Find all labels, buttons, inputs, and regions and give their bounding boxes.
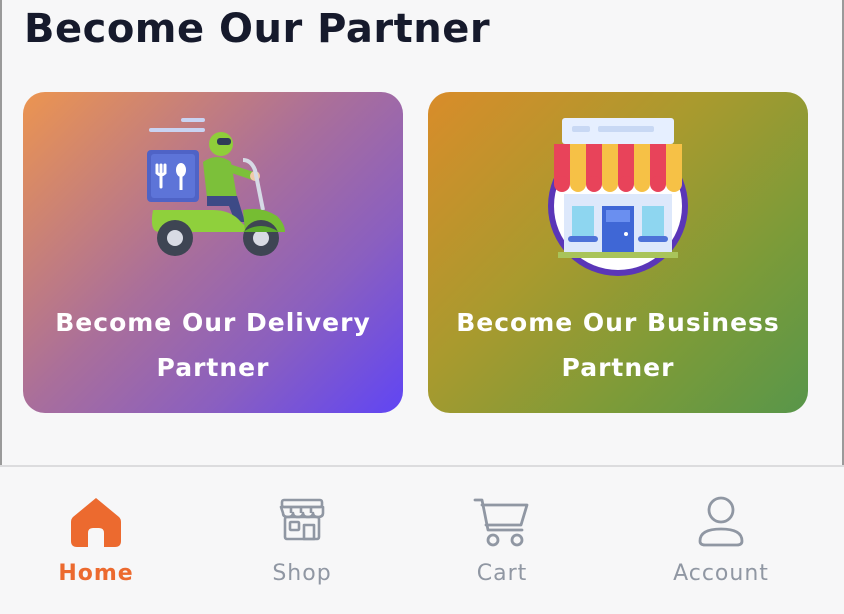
nav-label-shop: Shop <box>272 561 332 586</box>
account-icon <box>694 495 748 553</box>
storefront-icon <box>428 110 808 280</box>
bottom-navigation: Home Shop Cart Account <box>0 465 844 614</box>
nav-label-cart: Cart <box>476 561 528 586</box>
nav-item-home[interactable]: Home <box>16 467 176 614</box>
shop-icon <box>277 495 327 549</box>
nav-item-cart[interactable]: Cart <box>422 467 582 614</box>
nav-item-account[interactable]: Account <box>641 467 801 614</box>
delivery-partner-card[interactable]: Become Our Delivery Partner <box>23 92 403 413</box>
nav-item-shop[interactable]: Shop <box>222 467 382 614</box>
home-icon <box>69 495 123 553</box>
business-partner-label: Become Our Business Partner <box>456 308 780 382</box>
nav-label-account: Account <box>673 561 769 586</box>
delivery-scooter-icon <box>23 110 403 280</box>
nav-label-home: Home <box>58 561 134 586</box>
delivery-partner-label: Become Our Delivery Partner <box>55 308 371 382</box>
cart-icon <box>472 495 532 553</box>
business-partner-card[interactable]: Become Our Business Partner <box>428 92 808 413</box>
page-title: Become Our Partner <box>24 6 491 52</box>
